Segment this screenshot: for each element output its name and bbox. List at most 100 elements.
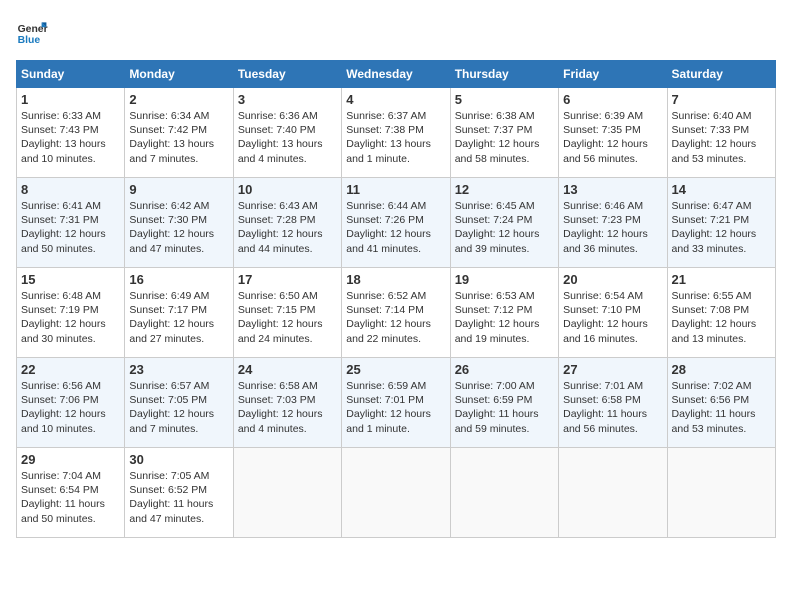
calendar-cell: 12 Sunrise: 6:45 AM Sunset: 7:24 PM Dayl…: [450, 178, 558, 268]
calendar-cell: 3 Sunrise: 6:36 AM Sunset: 7:40 PM Dayli…: [233, 88, 341, 178]
day-info: Sunrise: 6:49 AM Sunset: 7:17 PM Dayligh…: [129, 289, 228, 346]
day-number: 29: [21, 452, 120, 467]
calendar-cell: [559, 448, 667, 538]
day-number: 2: [129, 92, 228, 107]
day-number: 28: [672, 362, 771, 377]
day-info: Sunrise: 6:59 AM Sunset: 7:01 PM Dayligh…: [346, 379, 445, 436]
day-info: Sunrise: 6:43 AM Sunset: 7:28 PM Dayligh…: [238, 199, 337, 256]
calendar-cell: [667, 448, 775, 538]
header-cell-friday: Friday: [559, 61, 667, 88]
calendar-cell: 28 Sunrise: 7:02 AM Sunset: 6:56 PM Dayl…: [667, 358, 775, 448]
day-number: 12: [455, 182, 554, 197]
calendar-cell: 19 Sunrise: 6:53 AM Sunset: 7:12 PM Dayl…: [450, 268, 558, 358]
day-number: 27: [563, 362, 662, 377]
day-number: 21: [672, 272, 771, 287]
calendar-cell: 9 Sunrise: 6:42 AM Sunset: 7:30 PM Dayli…: [125, 178, 233, 268]
day-number: 13: [563, 182, 662, 197]
calendar-cell: 10 Sunrise: 6:43 AM Sunset: 7:28 PM Dayl…: [233, 178, 341, 268]
calendar-cell: 29 Sunrise: 7:04 AM Sunset: 6:54 PM Dayl…: [17, 448, 125, 538]
calendar-cell: 20 Sunrise: 6:54 AM Sunset: 7:10 PM Dayl…: [559, 268, 667, 358]
calendar-table: SundayMondayTuesdayWednesdayThursdayFrid…: [16, 60, 776, 538]
day-info: Sunrise: 6:46 AM Sunset: 7:23 PM Dayligh…: [563, 199, 662, 256]
calendar-cell: 30 Sunrise: 7:05 AM Sunset: 6:52 PM Dayl…: [125, 448, 233, 538]
calendar-cell: 4 Sunrise: 6:37 AM Sunset: 7:38 PM Dayli…: [342, 88, 450, 178]
day-number: 20: [563, 272, 662, 287]
calendar-header-row: SundayMondayTuesdayWednesdayThursdayFrid…: [17, 61, 776, 88]
day-info: Sunrise: 6:55 AM Sunset: 7:08 PM Dayligh…: [672, 289, 771, 346]
day-info: Sunrise: 7:05 AM Sunset: 6:52 PM Dayligh…: [129, 469, 228, 526]
header-cell-wednesday: Wednesday: [342, 61, 450, 88]
calendar-cell: [233, 448, 341, 538]
day-info: Sunrise: 6:34 AM Sunset: 7:42 PM Dayligh…: [129, 109, 228, 166]
day-number: 24: [238, 362, 337, 377]
day-info: Sunrise: 6:45 AM Sunset: 7:24 PM Dayligh…: [455, 199, 554, 256]
calendar-cell: 21 Sunrise: 6:55 AM Sunset: 7:08 PM Dayl…: [667, 268, 775, 358]
day-number: 17: [238, 272, 337, 287]
calendar-week-row: 1 Sunrise: 6:33 AM Sunset: 7:43 PM Dayli…: [17, 88, 776, 178]
calendar-cell: 22 Sunrise: 6:56 AM Sunset: 7:06 PM Dayl…: [17, 358, 125, 448]
day-number: 16: [129, 272, 228, 287]
calendar-cell: 23 Sunrise: 6:57 AM Sunset: 7:05 PM Dayl…: [125, 358, 233, 448]
calendar-cell: 14 Sunrise: 6:47 AM Sunset: 7:21 PM Dayl…: [667, 178, 775, 268]
calendar-cell: 18 Sunrise: 6:52 AM Sunset: 7:14 PM Dayl…: [342, 268, 450, 358]
calendar-cell: 25 Sunrise: 6:59 AM Sunset: 7:01 PM Dayl…: [342, 358, 450, 448]
calendar-week-row: 22 Sunrise: 6:56 AM Sunset: 7:06 PM Dayl…: [17, 358, 776, 448]
day-number: 6: [563, 92, 662, 107]
day-info: Sunrise: 6:39 AM Sunset: 7:35 PM Dayligh…: [563, 109, 662, 166]
day-number: 25: [346, 362, 445, 377]
calendar-cell: 2 Sunrise: 6:34 AM Sunset: 7:42 PM Dayli…: [125, 88, 233, 178]
header-cell-monday: Monday: [125, 61, 233, 88]
day-info: Sunrise: 6:41 AM Sunset: 7:31 PM Dayligh…: [21, 199, 120, 256]
day-info: Sunrise: 7:04 AM Sunset: 6:54 PM Dayligh…: [21, 469, 120, 526]
svg-text:Blue: Blue: [18, 35, 41, 46]
day-info: Sunrise: 6:47 AM Sunset: 7:21 PM Dayligh…: [672, 199, 771, 256]
day-number: 19: [455, 272, 554, 287]
day-info: Sunrise: 6:56 AM Sunset: 7:06 PM Dayligh…: [21, 379, 120, 436]
day-number: 22: [21, 362, 120, 377]
day-number: 11: [346, 182, 445, 197]
header-cell-sunday: Sunday: [17, 61, 125, 88]
day-info: Sunrise: 6:57 AM Sunset: 7:05 PM Dayligh…: [129, 379, 228, 436]
day-number: 23: [129, 362, 228, 377]
header-cell-saturday: Saturday: [667, 61, 775, 88]
day-number: 1: [21, 92, 120, 107]
calendar-cell: 27 Sunrise: 7:01 AM Sunset: 6:58 PM Dayl…: [559, 358, 667, 448]
day-info: Sunrise: 6:38 AM Sunset: 7:37 PM Dayligh…: [455, 109, 554, 166]
calendar-cell: [450, 448, 558, 538]
day-info: Sunrise: 7:00 AM Sunset: 6:59 PM Dayligh…: [455, 379, 554, 436]
day-number: 18: [346, 272, 445, 287]
calendar-cell: 8 Sunrise: 6:41 AM Sunset: 7:31 PM Dayli…: [17, 178, 125, 268]
calendar-cell: 26 Sunrise: 7:00 AM Sunset: 6:59 PM Dayl…: [450, 358, 558, 448]
day-info: Sunrise: 7:02 AM Sunset: 6:56 PM Dayligh…: [672, 379, 771, 436]
calendar-week-row: 8 Sunrise: 6:41 AM Sunset: 7:31 PM Dayli…: [17, 178, 776, 268]
logo-icon: General Blue: [16, 16, 48, 48]
day-number: 7: [672, 92, 771, 107]
day-number: 10: [238, 182, 337, 197]
calendar-cell: 7 Sunrise: 6:40 AM Sunset: 7:33 PM Dayli…: [667, 88, 775, 178]
calendar-cell: 17 Sunrise: 6:50 AM Sunset: 7:15 PM Dayl…: [233, 268, 341, 358]
calendar-cell: 11 Sunrise: 6:44 AM Sunset: 7:26 PM Dayl…: [342, 178, 450, 268]
calendar-week-row: 15 Sunrise: 6:48 AM Sunset: 7:19 PM Dayl…: [17, 268, 776, 358]
day-info: Sunrise: 6:48 AM Sunset: 7:19 PM Dayligh…: [21, 289, 120, 346]
logo: General Blue: [16, 16, 48, 48]
header-cell-tuesday: Tuesday: [233, 61, 341, 88]
day-info: Sunrise: 6:42 AM Sunset: 7:30 PM Dayligh…: [129, 199, 228, 256]
day-info: Sunrise: 6:58 AM Sunset: 7:03 PM Dayligh…: [238, 379, 337, 436]
calendar-cell: 24 Sunrise: 6:58 AM Sunset: 7:03 PM Dayl…: [233, 358, 341, 448]
day-info: Sunrise: 6:33 AM Sunset: 7:43 PM Dayligh…: [21, 109, 120, 166]
day-number: 26: [455, 362, 554, 377]
day-info: Sunrise: 6:50 AM Sunset: 7:15 PM Dayligh…: [238, 289, 337, 346]
header-cell-thursday: Thursday: [450, 61, 558, 88]
calendar-cell: [342, 448, 450, 538]
calendar-cell: 15 Sunrise: 6:48 AM Sunset: 7:19 PM Dayl…: [17, 268, 125, 358]
calendar-cell: 1 Sunrise: 6:33 AM Sunset: 7:43 PM Dayli…: [17, 88, 125, 178]
day-number: 30: [129, 452, 228, 467]
page-header: General Blue: [16, 16, 776, 48]
calendar-week-row: 29 Sunrise: 7:04 AM Sunset: 6:54 PM Dayl…: [17, 448, 776, 538]
day-number: 5: [455, 92, 554, 107]
day-number: 3: [238, 92, 337, 107]
day-number: 14: [672, 182, 771, 197]
calendar-cell: 5 Sunrise: 6:38 AM Sunset: 7:37 PM Dayli…: [450, 88, 558, 178]
day-number: 8: [21, 182, 120, 197]
calendar-cell: 16 Sunrise: 6:49 AM Sunset: 7:17 PM Dayl…: [125, 268, 233, 358]
